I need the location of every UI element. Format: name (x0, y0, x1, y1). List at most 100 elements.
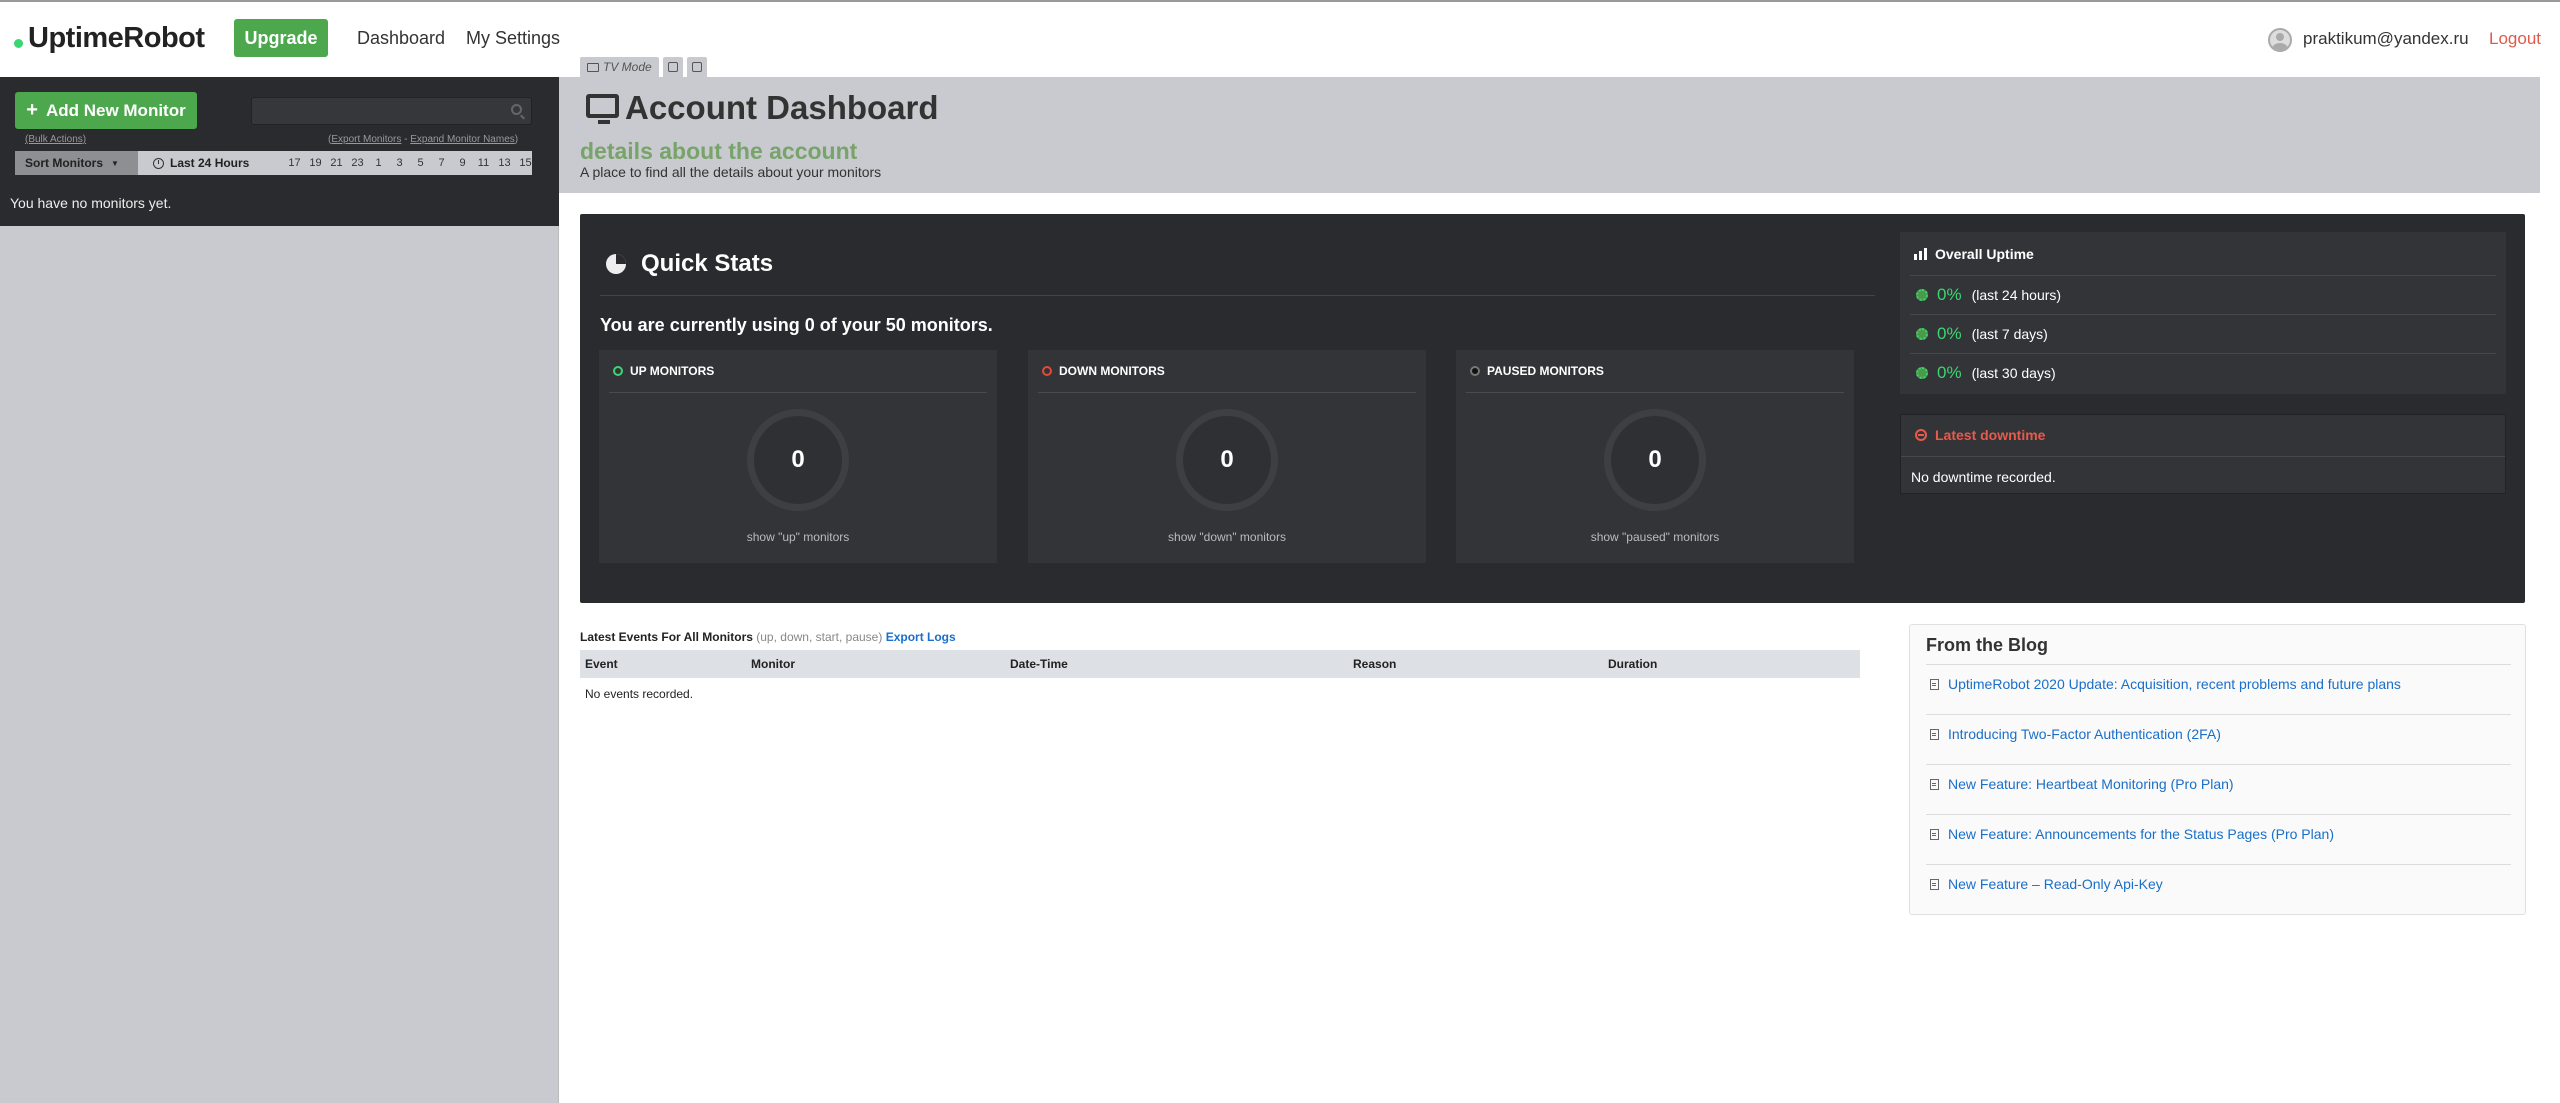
document-icon (1930, 678, 1939, 690)
blog-post-link[interactable]: New Feature: Heartbeat Monitoring (Pro P… (1930, 776, 2234, 792)
down-monitors-label: DOWN MONITORS (1059, 364, 1165, 378)
hour-ticks: 17 19 21 23 1 3 5 7 9 11 13 15 (284, 157, 536, 169)
column-header[interactable]: Duration (1608, 657, 1657, 671)
page-subtitle: details about the account (580, 138, 858, 164)
latest-downtime-text: No downtime recorded. (1911, 469, 2056, 485)
user-avatar-icon[interactable] (2268, 28, 2292, 52)
up-monitors-card: UP MONITORS 0 show "up" monitors (599, 350, 997, 563)
export-monitors-link[interactable]: Export Monitors (331, 134, 401, 145)
divider (609, 392, 987, 393)
blog-post-title: New Feature: Heartbeat Monitoring (Pro P… (1948, 776, 2234, 792)
divider (1038, 392, 1416, 393)
uptime-percent: 0% (1937, 285, 1962, 304)
uptime-row: 0% (last 7 days) (1910, 314, 2496, 353)
nav-dashboard-link[interactable]: Dashboard (357, 28, 445, 49)
divider (1926, 714, 2511, 715)
user-email[interactable]: praktikum@yandex.ru (2303, 29, 2469, 49)
monitor-search-input[interactable] (251, 97, 532, 125)
hour-tick: 23 (351, 157, 364, 169)
twitter-share-tab[interactable] (662, 57, 683, 77)
plus-icon: + (26, 99, 38, 121)
column-header[interactable]: Date-Time (1010, 657, 1068, 671)
down-count: 0 (1220, 446, 1234, 473)
down-count-ring: 0 (1176, 409, 1278, 511)
hour-tick: 21 (330, 157, 343, 169)
sort-monitors-dropdown[interactable]: Sort Monitors ▼ (15, 151, 138, 175)
up-count-ring: 0 (747, 409, 849, 511)
events-table: Event Monitor Date-Time Reason Duration … (580, 650, 1860, 701)
up-status-icon (613, 366, 623, 376)
paused-status-icon (1470, 366, 1480, 376)
column-header[interactable]: Reason (1353, 657, 1396, 671)
column-header[interactable]: Event (585, 657, 618, 671)
no-events-text: No events recorded. (585, 687, 694, 701)
page-title: Account Dashboard (625, 89, 939, 126)
quick-stats-panel: Quick Stats You are currently using 0 of… (580, 214, 2525, 603)
latest-downtime-title: Latest downtime (1935, 427, 2046, 443)
show-paused-monitors-link[interactable]: show "paused" monitors (1456, 530, 1854, 544)
divider (1466, 392, 1844, 393)
latest-downtime-heading: Latest downtime (1915, 427, 2045, 443)
monitor-icon (586, 94, 619, 124)
upgrade-button[interactable]: Upgrade (234, 19, 328, 57)
logout-link[interactable]: Logout (2489, 29, 2541, 49)
logo-text: UptimeRobot (28, 22, 205, 54)
divider (1926, 764, 2511, 765)
document-icon (1930, 728, 1939, 740)
uptime-percent: 0% (1937, 363, 1962, 382)
divider (1926, 664, 2511, 665)
hour-tick: 15 (519, 157, 532, 169)
blog-post-link[interactable]: New Feature – Read-Only Api-Key (1930, 876, 2163, 892)
export-logs-link[interactable]: Export Logs (886, 630, 956, 644)
divider (1926, 814, 2511, 815)
bulk-actions-link[interactable]: (Bulk Actions) (25, 134, 86, 145)
search-icon[interactable] (511, 104, 522, 115)
document-icon (1930, 828, 1939, 840)
sort-monitors-label: Sort Monitors (25, 156, 103, 170)
down-status-icon (1042, 366, 1052, 376)
blog-post-link[interactable]: New Feature: Announcements for the Statu… (1930, 826, 2334, 842)
paused-monitors-card: PAUSED MONITORS 0 show "paused" monitors (1456, 350, 1854, 563)
latest-downtime-box: Latest downtime No downtime recorded. (1900, 414, 2506, 494)
blog-post-title: New Feature – Read-Only Api-Key (1948, 876, 2163, 892)
hour-tick: 1 (375, 157, 382, 169)
clock-icon (153, 157, 164, 169)
nav-settings-link[interactable]: My Settings (466, 28, 560, 49)
bar-chart-icon (1914, 248, 1927, 260)
hour-tick: 13 (498, 157, 511, 169)
paused-count-ring: 0 (1604, 409, 1706, 511)
blog-post-title: New Feature: Announcements for the Statu… (1948, 826, 2334, 842)
show-up-monitors-link[interactable]: show "up" monitors (599, 530, 997, 544)
uptime-period: (last 24 hours) (1971, 287, 2062, 303)
blog-post-link[interactable]: Introducing Two-Factor Authentication (2… (1930, 726, 2221, 742)
add-new-monitor-button[interactable]: + Add New Monitor (15, 92, 197, 129)
blog-post-title: UptimeRobot 2020 Update: Acquisition, re… (1948, 676, 2401, 692)
uptime-percent: 0% (1937, 324, 1962, 343)
minus-circle-icon (1915, 429, 1927, 441)
hour-tick: 5 (417, 157, 424, 169)
blog-post-link[interactable]: UptimeRobot 2020 Update: Acquisition, re… (1930, 676, 2401, 692)
no-monitors-text: You have no monitors yet. (10, 195, 172, 211)
paused-count: 0 (1648, 446, 1662, 473)
up-count: 0 (791, 446, 805, 473)
divider (1901, 456, 2505, 457)
overall-uptime-heading: Overall Uptime (1914, 246, 2034, 262)
twitter-icon (667, 62, 678, 72)
show-down-monitors-link[interactable]: show "down" monitors (1028, 530, 1426, 544)
logo-dot-icon (14, 39, 23, 48)
view-tabs: TV Mode (580, 57, 707, 77)
tv-mode-tab[interactable]: TV Mode (580, 57, 659, 77)
expand-monitor-names-link[interactable]: Expand Monitor Names (410, 134, 515, 145)
down-monitors-card: DOWN MONITORS 0 show "down" monitors (1028, 350, 1426, 563)
monitor-icon (587, 62, 599, 72)
caret-down-icon: ▼ (111, 158, 119, 168)
hour-tick: 11 (477, 157, 490, 169)
paused-monitors-heading: PAUSED MONITORS (1470, 364, 1604, 378)
events-hint: (up, down, start, pause) (756, 630, 883, 644)
column-header[interactable]: Monitor (751, 657, 795, 671)
logo[interactable]: UptimeRobot (14, 22, 205, 55)
period-tab[interactable]: Last 24 Hours 17 19 21 23 1 3 5 7 9 11 1… (138, 151, 532, 175)
facebook-share-tab[interactable] (686, 57, 707, 77)
hour-tick: 17 (288, 157, 301, 169)
sidebar: + Add New Monitor (Bulk Actions) (Export… (0, 77, 559, 1103)
